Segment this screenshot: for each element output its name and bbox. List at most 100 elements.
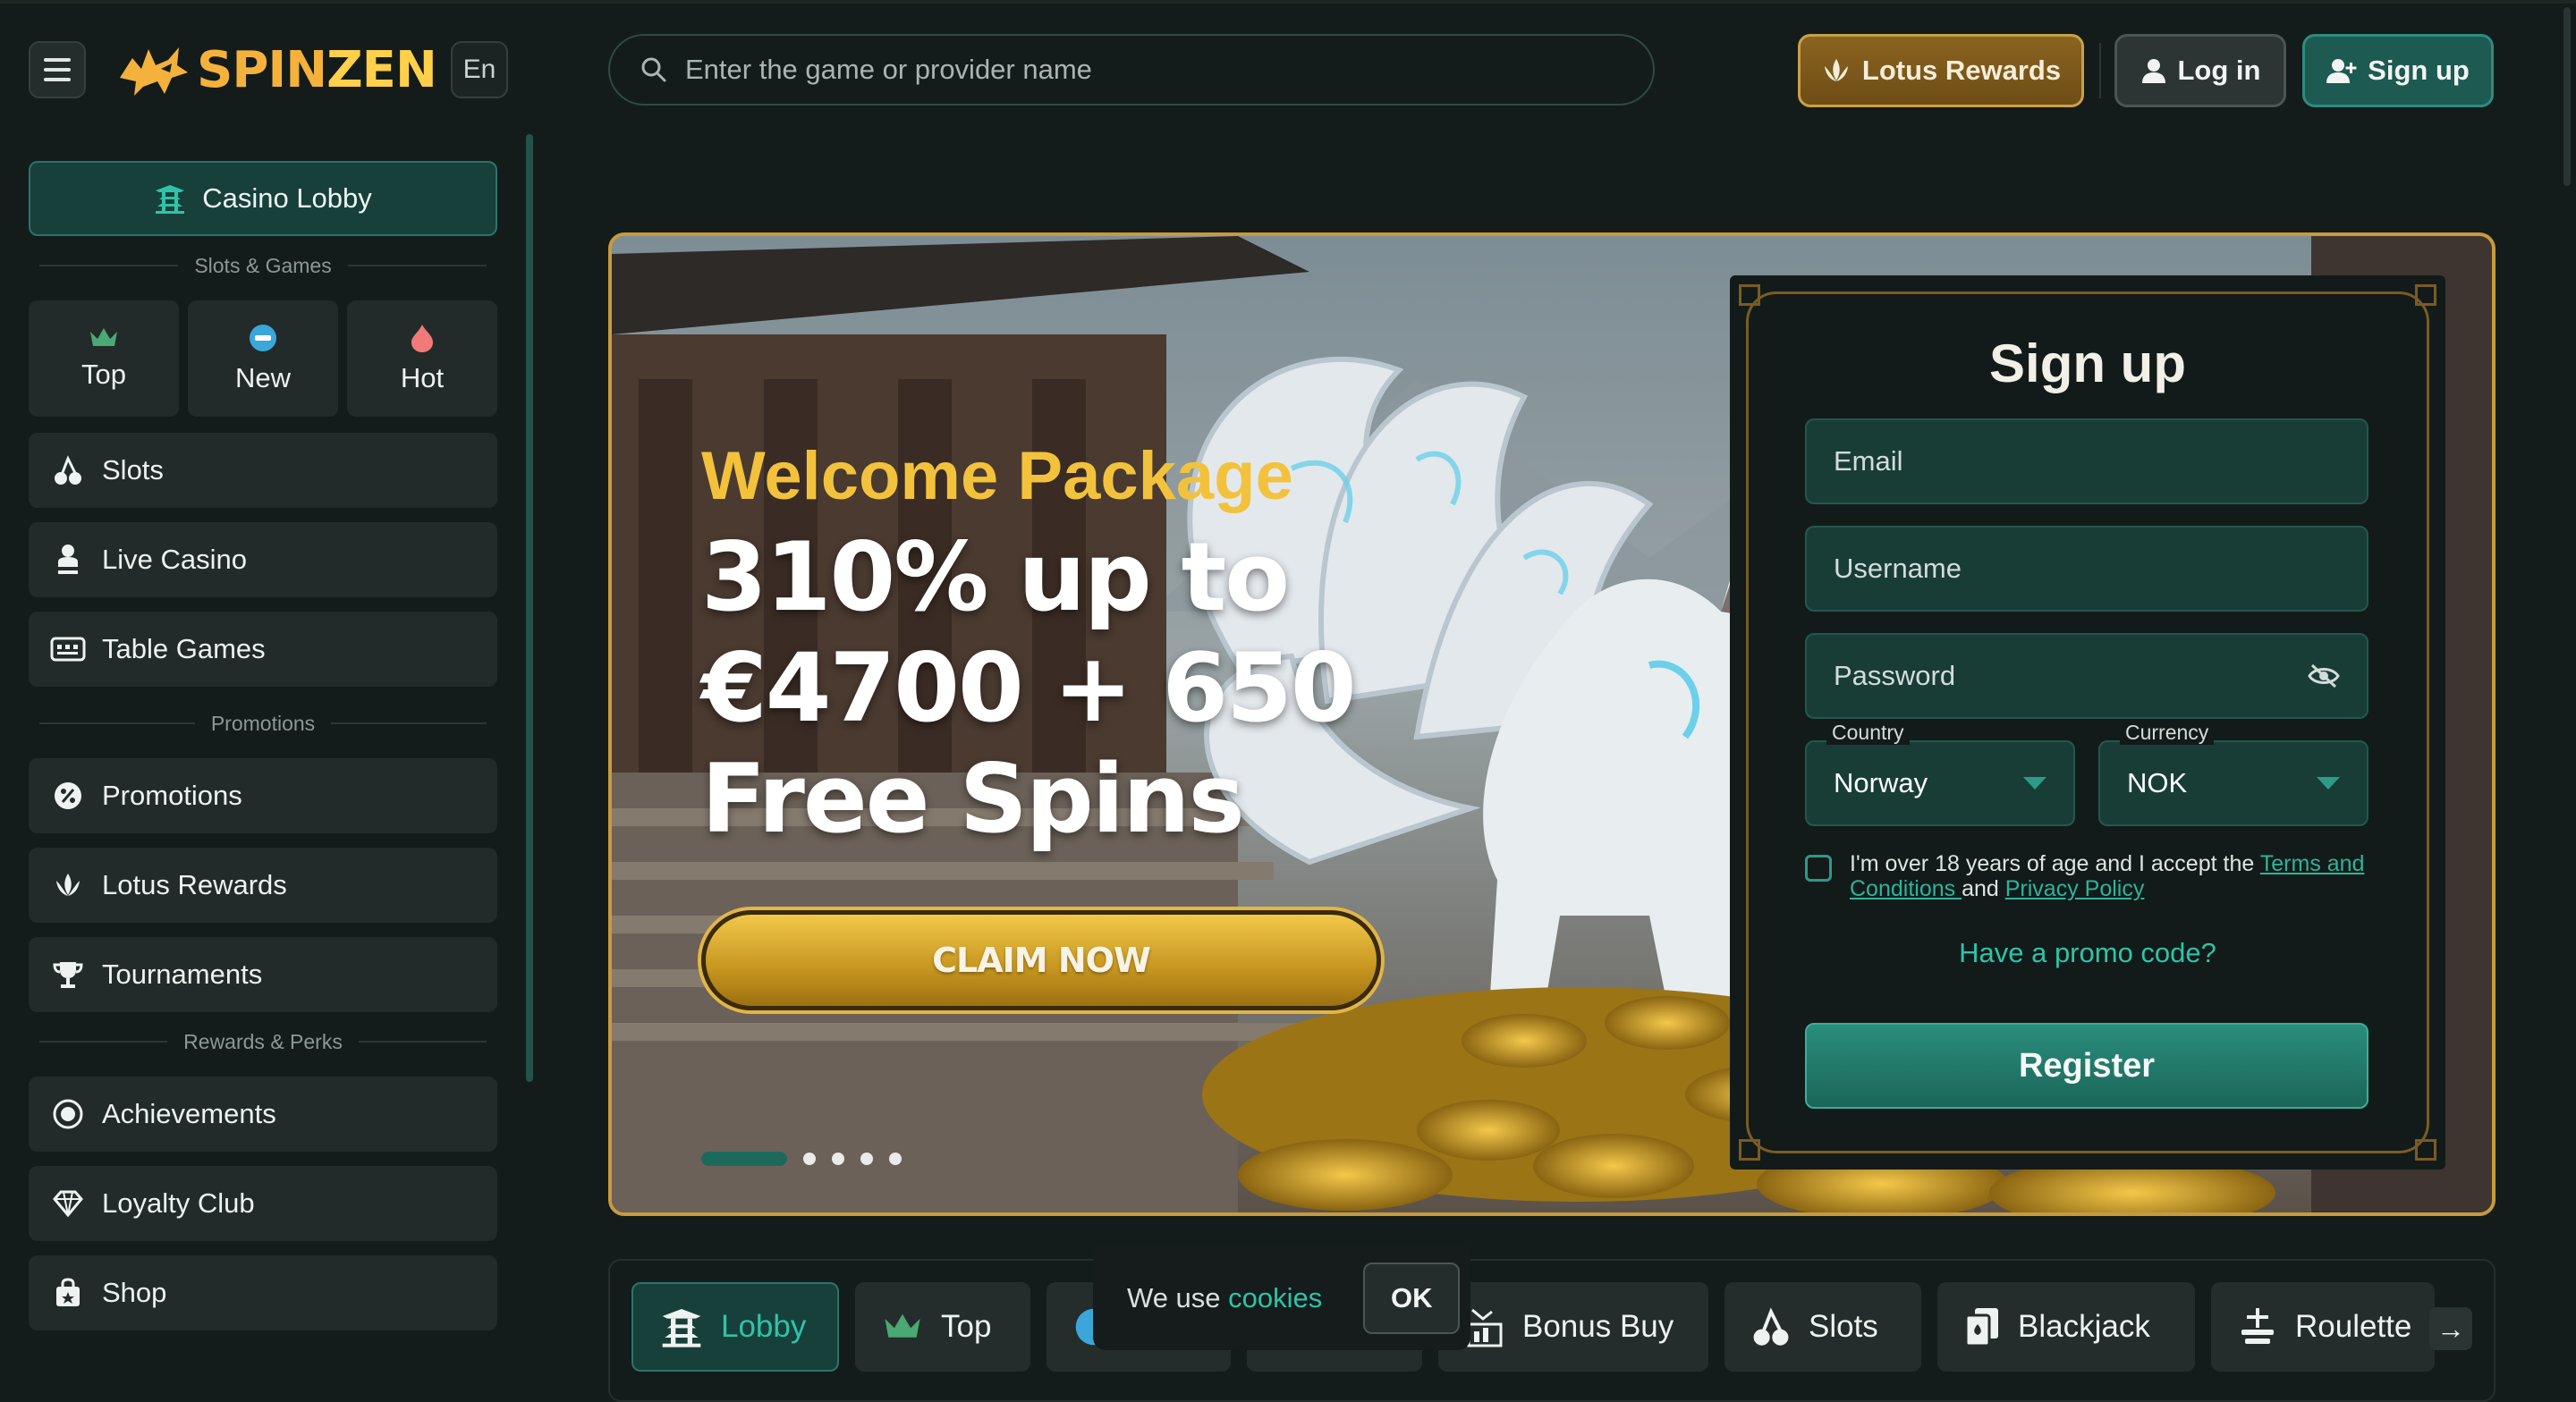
user-icon	[2141, 59, 2165, 83]
trophy-icon	[50, 957, 86, 992]
menu-button[interactable]	[29, 41, 86, 98]
promo-code-link[interactable]: Have a promo code?	[1730, 937, 2445, 969]
tile-new[interactable]: New	[188, 300, 338, 417]
terms-checkbox-row: I'm over 18 years of age and I accept th…	[1805, 851, 2377, 901]
section-divider: Rewards & Perks	[39, 1028, 487, 1055]
signup-button[interactable]: Sign up	[2302, 34, 2494, 107]
currency-label: Currency	[2120, 721, 2215, 745]
lotus-icon	[50, 867, 86, 903]
sidebar-item-label: Slots	[102, 454, 164, 486]
bonus-buy-icon	[1467, 1308, 1503, 1347]
password-input[interactable]	[1834, 660, 2308, 692]
page-scrollbar[interactable]	[2563, 7, 2571, 186]
terms-text-1: I'm over 18 years of age and I accept th…	[1850, 851, 2260, 876]
tab-lobby[interactable]: Lobby	[631, 1282, 839, 1372]
tab-blackjack[interactable]: Blackjack	[1937, 1282, 2195, 1372]
casino-lobby-label: Casino Lobby	[202, 182, 372, 214]
hero-offer-line: 310% up to	[701, 522, 1290, 632]
signup-panel: Sign up Norway Country NOK Currency	[1730, 275, 2445, 1170]
tab-bonus-buy[interactable]: Bonus Buy	[1438, 1282, 1708, 1372]
search-bar[interactable]	[608, 34, 1655, 106]
eye-slash-icon[interactable]	[2308, 663, 2340, 689]
header: SPINZEN En Lotus Rewards Log in Sign up	[0, 4, 2576, 129]
sidebar-item-shop[interactable]: Shop	[29, 1255, 497, 1330]
sidebar-item-label: Promotions	[102, 780, 242, 811]
signup-heading: Sign up	[1989, 334, 2186, 393]
sidebar-item-tournaments[interactable]: Tournaments	[29, 937, 497, 1012]
pagoda-icon	[662, 1309, 701, 1347]
claim-now-button[interactable]: CLAIM NOW	[701, 910, 1381, 1010]
pagoda-icon	[156, 185, 185, 214]
sidebar-item-table-games[interactable]: Table Games	[29, 612, 497, 687]
section-label-slots-games: Slots & Games	[194, 253, 332, 277]
sidebar-item-live-casino[interactable]: Live Casino	[29, 522, 497, 597]
sidebar-item-casino-lobby[interactable]: Casino Lobby	[29, 161, 497, 236]
sidebar-item-label: Table Games	[102, 633, 266, 664]
tab-label: Roulette	[2295, 1309, 2412, 1344]
country-label: Country	[1826, 721, 1910, 745]
logo-text-spin: SPIN	[197, 41, 327, 99]
chevron-down-icon	[2023, 777, 2046, 790]
dealer-icon	[50, 542, 86, 578]
search-input[interactable]	[685, 54, 1653, 86]
cookie-text: We use cookies	[1127, 1282, 1322, 1314]
carousel-dot[interactable]	[803, 1153, 816, 1165]
section-divider: Promotions	[39, 710, 487, 737]
menu-bar	[44, 68, 71, 72]
carousel-dots	[701, 1152, 902, 1166]
tab-label: Bonus Buy	[1522, 1309, 1674, 1344]
tab-top[interactable]: Top	[855, 1282, 1030, 1372]
signup-label: Sign up	[2368, 55, 2470, 86]
sidebar-item-promotions[interactable]: Promotions	[29, 758, 497, 833]
username-input[interactable]	[1834, 553, 2340, 585]
logo[interactable]: SPINZEN	[116, 39, 437, 102]
lotus-icon	[1824, 59, 1848, 81]
menu-bar	[44, 78, 71, 81]
tab-slots[interactable]: Slots	[1724, 1282, 1921, 1372]
email-field[interactable]	[1805, 418, 2368, 504]
hero-offer-line: €4700 + 650	[701, 633, 1357, 743]
register-button[interactable]: Register	[1805, 1023, 2368, 1109]
email-input[interactable]	[1834, 445, 2340, 477]
language-selector[interactable]: En	[451, 41, 508, 98]
cookies-link[interactable]: cookies	[1228, 1282, 1322, 1313]
login-button[interactable]: Log in	[2114, 34, 2286, 107]
country-select[interactable]: Norway	[1805, 740, 2075, 826]
tile-hot-label: Hot	[400, 362, 445, 393]
tab-roulette[interactable]: Roulette	[2211, 1282, 2435, 1372]
cookie-text-prefix: We use	[1127, 1282, 1229, 1313]
sidebar-item-slots[interactable]: Slots	[29, 433, 497, 508]
scroll-right-button[interactable]: →	[2429, 1307, 2472, 1350]
sidebar-item-label: Live Casino	[102, 544, 247, 575]
tile-top-label: Top	[81, 359, 126, 390]
lotus-rewards-button[interactable]: Lotus Rewards	[1798, 34, 2084, 107]
carousel-dot-active[interactable]	[701, 1152, 787, 1166]
sidebar-item-label: Loyalty Club	[102, 1187, 255, 1219]
cookie-ok-button[interactable]: OK	[1363, 1263, 1461, 1334]
lotus-rewards-label: Lotus Rewards	[1861, 55, 2062, 86]
hero-offer-line: Free Spins	[701, 744, 1245, 854]
sidebar-scrollbar[interactable]	[526, 134, 533, 1082]
sidebar-item-label: Tournaments	[102, 959, 263, 990]
currency-select[interactable]: NOK	[2098, 740, 2368, 826]
country-value: Norway	[1834, 767, 1928, 798]
tile-top[interactable]: Top	[29, 300, 179, 417]
privacy-policy-link[interactable]: Privacy Policy	[2005, 876, 2145, 901]
tile-hot[interactable]: Hot	[347, 300, 497, 417]
carousel-dot[interactable]	[860, 1153, 873, 1165]
terms-checkbox[interactable]	[1805, 855, 1832, 882]
hero-title: Welcome Package	[701, 438, 1293, 514]
carousel-dot[interactable]	[832, 1153, 844, 1165]
flame-icon	[411, 325, 433, 352]
username-field[interactable]	[1805, 526, 2368, 612]
sidebar-item-lotus-rewards[interactable]: Lotus Rewards	[29, 848, 497, 923]
diamond-icon	[50, 1186, 86, 1221]
frame-corner	[1739, 1139, 1760, 1161]
sidebar-item-loyalty-club[interactable]: Loyalty Club	[29, 1166, 497, 1241]
sidebar-item-achievements[interactable]: Achievements	[29, 1077, 497, 1152]
carousel-dot[interactable]	[889, 1153, 902, 1165]
section-label-promotions: Promotions	[210, 711, 316, 735]
quick-tiles: Top New Hot	[29, 300, 497, 417]
tab-label: Lobby	[721, 1309, 807, 1344]
password-field[interactable]	[1805, 633, 2368, 719]
